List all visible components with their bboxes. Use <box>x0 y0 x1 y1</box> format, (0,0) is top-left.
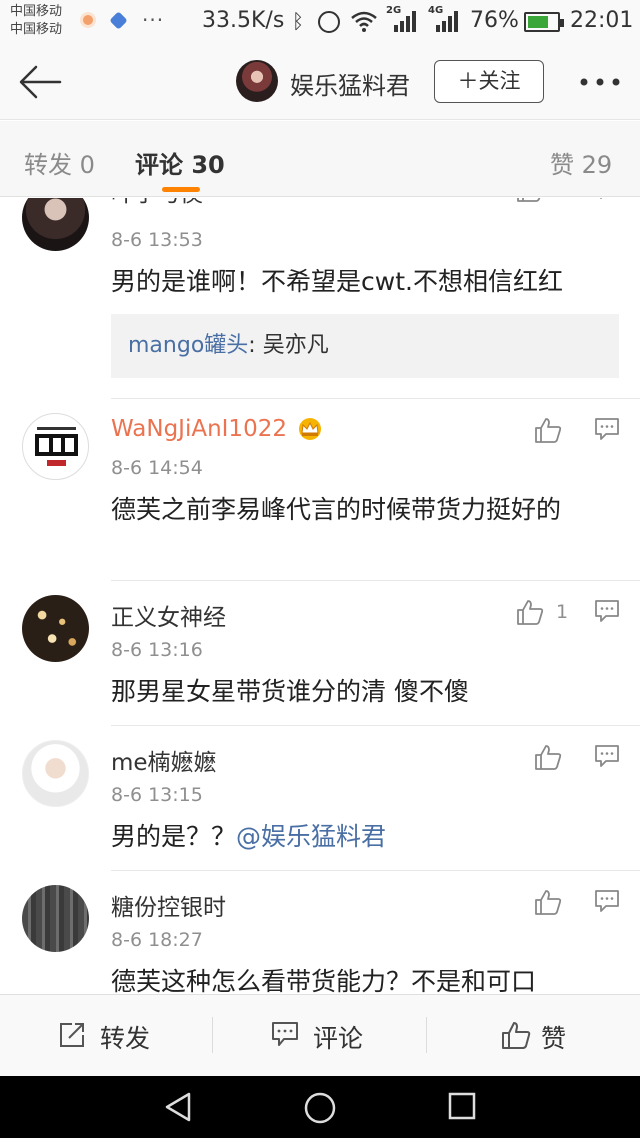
signal-icon-1 <box>394 11 416 32</box>
comment-text: 德芙之前李易峰代言的时候带货力挺好的 <box>111 495 562 524</box>
comment-item: 叶子与侯 1 8-6 13:53 男的是谁啊！不希望是cwt.不想相信红红 ma… <box>0 198 640 399</box>
follow-button[interactable]: ＋关注 <box>434 60 544 103</box>
app-notification-icon-2 <box>109 11 128 30</box>
commenter-name[interactable]: 糖份控银时 <box>111 888 226 922</box>
commenter-name[interactable]: WaNgJiAnI1022 <box>111 416 287 442</box>
commenter-avatar[interactable] <box>22 885 89 952</box>
nav-home-icon[interactable] <box>302 1090 338 1126</box>
reply-icon[interactable] <box>594 599 620 623</box>
carrier-label-2: 中国移动 <box>10 22 63 37</box>
system-navigation-bar <box>0 1076 640 1138</box>
battery-fill <box>528 16 549 28</box>
like-icon[interactable] <box>516 198 544 202</box>
carrier-label-1: 中国移动 <box>10 4 63 19</box>
account-name[interactable]: 娱乐猛料君 <box>290 66 410 101</box>
sub-reply[interactable]: mango罐头: 吴亦凡 <box>111 314 619 378</box>
comment-label: 评论 <box>313 1024 364 1053</box>
active-tab-indicator <box>162 187 200 192</box>
like-icon[interactable] <box>534 889 562 915</box>
comment-list[interactable]: 叶子与侯 1 8-6 13:53 男的是谁啊！不希望是cwt.不想相信红红 ma… <box>0 198 640 994</box>
network-speed: 33.5K/s <box>202 8 285 33</box>
clock: 22:01 <box>570 8 634 33</box>
commenter-name[interactable]: 叶子与侯 <box>111 198 203 208</box>
comment-item: WaNgJiAnI1022 8-6 14:54 德芙之前李易峰代言的时候带货力挺… <box>0 399 640 581</box>
mention-link[interactable]: @娱乐猛料君 <box>236 822 386 851</box>
comment-item: 糖份控银时 8-6 18:27 德芙这种怎么看带货能力？不是和可口 <box>0 871 640 994</box>
comment-text: 男的是谁啊！不希望是cwt.不想相信红红 <box>111 267 563 296</box>
sub-reply-text: 吴亦凡 <box>262 333 329 358</box>
back-arrow-icon[interactable] <box>16 62 64 102</box>
commenter-avatar[interactable] <box>22 413 89 480</box>
comment-text-prefix: 男的是？？ <box>111 822 237 851</box>
repost-icon <box>60 1023 84 1047</box>
bottom-action-bar: 转发 评论 赞 <box>0 994 640 1076</box>
app-notification-icon <box>80 12 96 28</box>
commenter-name[interactable]: 正义女神经 <box>111 598 226 632</box>
comment-time: 8-6 13:15 <box>111 784 203 806</box>
like-icon[interactable] <box>534 744 562 770</box>
wifi-icon <box>351 11 377 32</box>
comment-item: me楠嬷嬷 8-6 13:15 男的是？？@娱乐猛料君 <box>0 726 640 871</box>
commenter-avatar[interactable] <box>22 740 89 807</box>
like-icon[interactable] <box>516 599 544 625</box>
comment-item: 正义女神经 1 8-6 13:16 那男星女星带货谁分的清 傻不傻 <box>0 581 640 726</box>
commenter-avatar[interactable] <box>22 595 89 662</box>
comment-time: 8-6 13:16 <box>111 639 203 661</box>
like-count: 1 <box>556 601 569 623</box>
comment-text: 德芙这种怎么看带货能力？不是和可口 <box>111 967 537 994</box>
vip-crown-icon <box>299 418 321 440</box>
repost-label: 转发 <box>100 1024 151 1053</box>
signal-icon-2 <box>436 11 458 32</box>
comment-text: 男的是？？@娱乐猛料君 <box>111 818 611 856</box>
sub-reply-user[interactable]: mango罐头 <box>128 333 248 358</box>
more-notifications-icon: ··· <box>142 8 165 32</box>
repost-button[interactable]: 转发 <box>0 995 212 1077</box>
commenter-avatar[interactable] <box>22 198 89 251</box>
alarm-icon <box>318 11 340 33</box>
tab-like[interactable]: 赞 29 <box>550 145 612 180</box>
comment-time: 8-6 14:54 <box>111 457 203 479</box>
status-bar: 中国移动 中国移动 ··· 33.5K/s ᛒ 2G 4G 76% 22:01 <box>0 0 640 44</box>
avatar-logo-icon <box>35 427 78 466</box>
sub-reply-separator: : <box>248 333 263 358</box>
reply-icon[interactable] <box>594 198 620 200</box>
detail-tabs: 转发 0 评论 30 赞 29 <box>0 121 640 197</box>
like-icon <box>502 1022 531 1049</box>
comment-time: 8-6 13:53 <box>111 229 203 251</box>
reply-icon[interactable] <box>594 744 620 768</box>
comment-button[interactable]: 评论 <box>213 995 425 1077</box>
reply-icon[interactable] <box>594 889 620 913</box>
commenter-name[interactable]: me楠嬷嬷 <box>111 743 217 777</box>
like-label: 赞 <box>541 1024 567 1053</box>
reply-icon[interactable] <box>594 417 620 441</box>
more-options-icon[interactable] <box>578 70 622 94</box>
like-icon[interactable] <box>534 417 562 443</box>
top-navigation-bar: 娱乐猛料君 ＋关注 <box>0 44 640 120</box>
nav-recents-icon[interactable] <box>446 1090 478 1122</box>
like-button[interactable]: 赞 <box>427 995 639 1077</box>
account-avatar[interactable] <box>236 60 278 102</box>
comment-text: 那男星女星带货谁分的清 傻不傻 <box>111 677 469 706</box>
nav-back-icon[interactable] <box>161 1090 195 1124</box>
battery-icon <box>524 12 564 32</box>
bluetooth-icon: ᛒ <box>292 9 304 33</box>
battery-percent: 76% <box>470 8 519 33</box>
comment-icon <box>272 1022 298 1046</box>
comment-time: 8-6 18:27 <box>111 929 203 951</box>
tab-repost[interactable]: 转发 0 <box>24 145 95 180</box>
tab-comment[interactable]: 评论 30 <box>135 145 225 180</box>
